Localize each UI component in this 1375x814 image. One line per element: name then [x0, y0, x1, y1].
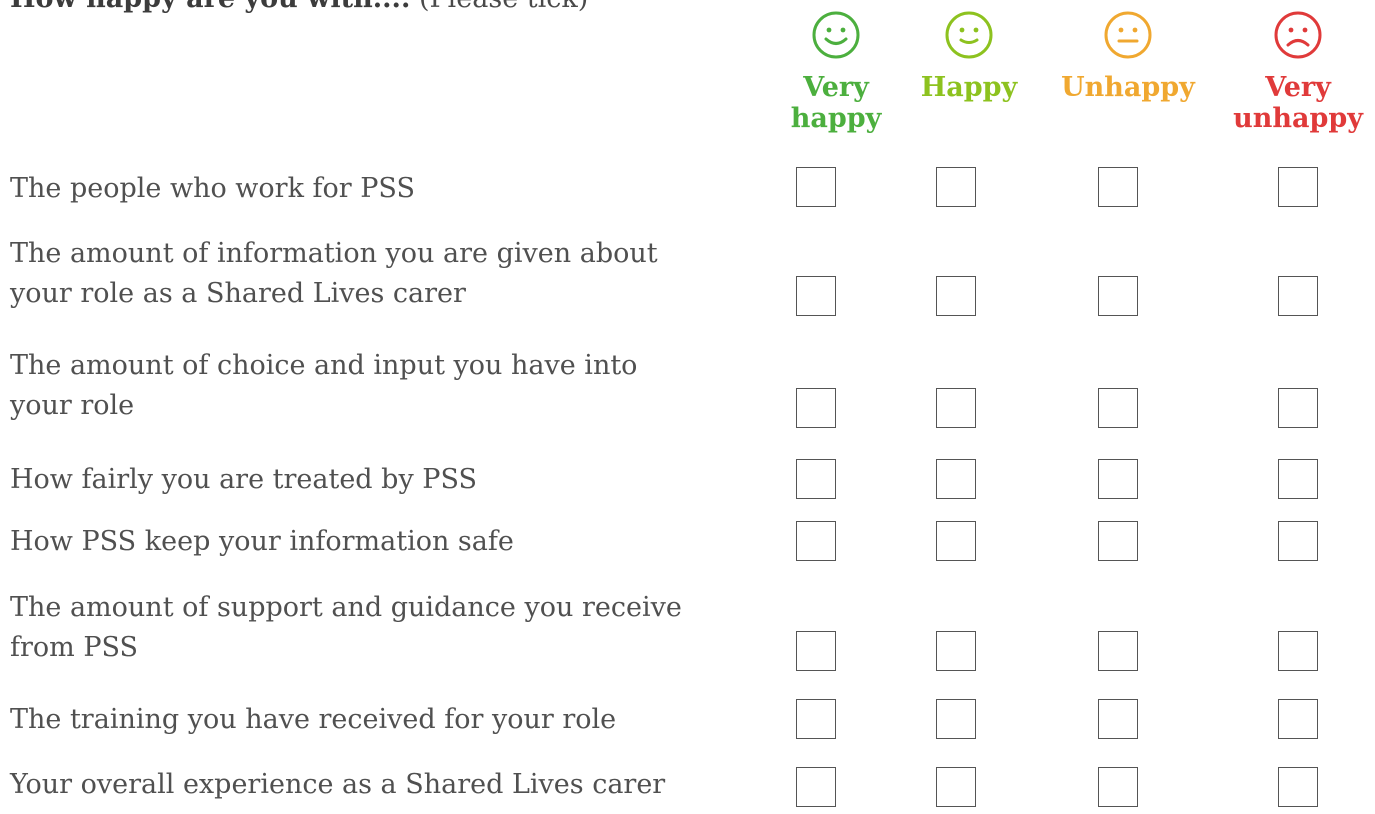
tick-box-information-very-happy[interactable] — [796, 276, 836, 316]
tick-box-support-unhappy[interactable] — [1098, 631, 1138, 671]
question-title: How happy are you with.... (Please tick) — [10, 0, 588, 14]
question-instruction: (Please tick) — [419, 0, 588, 14]
tick-box-choice-unhappy[interactable] — [1098, 388, 1138, 428]
tick-box-people-happy[interactable] — [936, 167, 976, 207]
tick-box-overall-happy[interactable] — [936, 767, 976, 807]
tick-box-people-very-happy[interactable] — [796, 167, 836, 207]
tick-box-people-unhappy[interactable] — [1098, 167, 1138, 207]
tick-box-overall-very-happy[interactable] — [796, 767, 836, 807]
tick-box-training-very-unhappy[interactable] — [1278, 699, 1318, 739]
scale-label-happy: Happy — [920, 72, 1018, 103]
tick-box-information-unhappy[interactable] — [1098, 276, 1138, 316]
tick-box-choice-very-unhappy[interactable] — [1278, 388, 1318, 428]
tick-box-fairness-very-unhappy[interactable] — [1278, 459, 1318, 499]
tick-box-support-very-unhappy[interactable] — [1278, 631, 1318, 671]
row-label-choice: The amount of choice and input you have … — [10, 350, 638, 421]
tick-box-information-very-unhappy[interactable] — [1278, 276, 1318, 316]
tick-box-support-very-happy[interactable] — [796, 631, 836, 671]
tick-box-safety-very-happy[interactable] — [796, 521, 836, 561]
satisfaction-survey: How happy are you with.... (Please tick)… — [0, 0, 1375, 814]
scale-label-unhappy: Unhappy — [1061, 72, 1195, 103]
tick-box-training-very-happy[interactable] — [796, 699, 836, 739]
row-label-people: The people who work for PSS — [10, 173, 415, 204]
happy-face-icon — [945, 11, 993, 59]
row-label-overall-experience: Your overall experience as a Shared Live… — [10, 769, 666, 800]
row-label-fairness: How fairly you are treated by PSS — [10, 464, 477, 495]
tick-box-training-unhappy[interactable] — [1098, 699, 1138, 739]
row-label-training: The training you have received for your … — [10, 704, 617, 735]
question-title-text: How happy are you with.... — [10, 0, 410, 14]
sad-face-icon — [1274, 11, 1322, 59]
tick-box-overall-unhappy[interactable] — [1098, 767, 1138, 807]
row-label-information-safety: How PSS keep your information safe — [10, 526, 514, 557]
tick-box-fairness-unhappy[interactable] — [1098, 459, 1138, 499]
neutral-face-icon — [1104, 11, 1152, 59]
tick-box-safety-unhappy[interactable] — [1098, 521, 1138, 561]
tick-box-safety-very-unhappy[interactable] — [1278, 521, 1318, 561]
tick-box-training-happy[interactable] — [936, 699, 976, 739]
row-label-information: The amount of information you are given … — [10, 238, 658, 309]
tick-box-fairness-happy[interactable] — [936, 459, 976, 499]
tick-box-information-happy[interactable] — [936, 276, 976, 316]
scale-label-very-unhappy: Very unhappy — [1233, 72, 1363, 134]
tick-box-fairness-very-happy[interactable] — [796, 459, 836, 499]
row-label-support: The amount of support and guidance you r… — [10, 592, 682, 663]
tick-box-overall-very-unhappy[interactable] — [1278, 767, 1318, 807]
very-happy-face-icon — [812, 11, 860, 59]
tick-box-choice-very-happy[interactable] — [796, 388, 836, 428]
tick-box-safety-happy[interactable] — [936, 521, 976, 561]
tick-box-support-happy[interactable] — [936, 631, 976, 671]
tick-box-choice-happy[interactable] — [936, 388, 976, 428]
tick-box-people-very-unhappy[interactable] — [1278, 167, 1318, 207]
